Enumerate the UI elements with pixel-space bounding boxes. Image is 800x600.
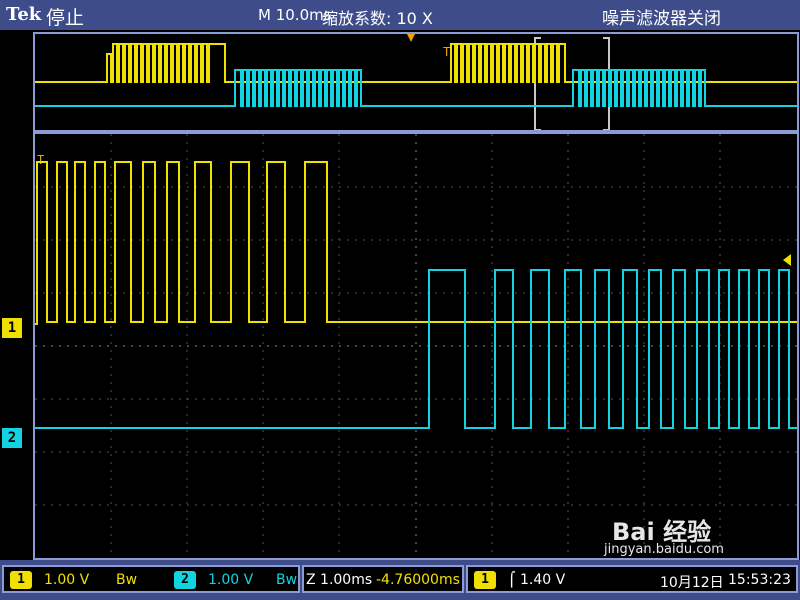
watermark: Bai 经验 jingyan.baidu.com — [604, 512, 792, 558]
trigger-source-chip[interactable]: 1 — [474, 571, 496, 589]
trigger-readouts: 1 ⌠ 1.40 V 10月12日 15:53:23 — [466, 565, 798, 593]
zoom-trigger-icon: T — [37, 153, 44, 167]
ch2-chip[interactable]: 2 — [174, 571, 196, 589]
rising-edge-icon: ⌠ — [508, 572, 516, 588]
ch2-zoom-trace — [35, 269, 797, 429]
ch1-chip[interactable]: 1 — [10, 571, 32, 589]
trigger-marker-icon: T — [443, 45, 450, 59]
zoom-waveform-window[interactable]: T — [33, 132, 799, 560]
ch2-scale[interactable]: 1.00 V — [208, 572, 253, 588]
zoom-position[interactable]: -4.76000ms — [376, 572, 460, 588]
ch2-ground-marker[interactable]: 2 — [2, 428, 22, 448]
bottom-readout-bar: 1 1.00 V Bw 2 1.00 V Bw Z 1.00ms -4.7600… — [0, 560, 800, 600]
overview-waveform: T — [35, 34, 797, 130]
ch1-zoom-trace — [35, 161, 797, 325]
zoom-graticule: T — [35, 134, 797, 558]
ch2-bandwidth-limit: Bw — [276, 572, 298, 588]
top-status-bar: Tek 停止 M 10.0ms 缩放系数: 10 X 噪声滤波器关闭 — [0, 0, 800, 30]
ch1-bandwidth-limit: Bw — [116, 572, 138, 588]
noise-filter-status[interactable]: 噪声滤波器关闭 — [602, 4, 721, 29]
zoom-time-scale[interactable]: Z 1.00ms — [306, 572, 372, 588]
time-readout: 15:53:23 — [728, 572, 791, 588]
ch1-scale[interactable]: 1.00 V — [44, 572, 89, 588]
trigger-level[interactable]: 1.40 V — [520, 572, 565, 588]
graticule-grid — [35, 134, 797, 558]
watermark-url: jingyan.baidu.com — [604, 542, 724, 557]
zoom-readouts: Z 1.00ms -4.76000ms — [302, 565, 464, 593]
overview-waveform-window[interactable]: T — [33, 32, 799, 132]
timebase-readout[interactable]: M 10.0ms — [258, 6, 332, 24]
date-readout: 10月12日 — [660, 575, 724, 591]
zoom-factor-readout[interactable]: 缩放系数: 10 X — [322, 5, 433, 29]
acquisition-status[interactable]: 停止 — [46, 3, 84, 30]
trigger-level-icon — [783, 254, 791, 266]
trigger-position-icon — [407, 34, 415, 42]
brand-logo: Tek — [6, 4, 42, 25]
ch1-ground-marker[interactable]: 1 — [2, 318, 22, 338]
channel-readouts: 1 1.00 V Bw 2 1.00 V Bw — [2, 565, 300, 593]
